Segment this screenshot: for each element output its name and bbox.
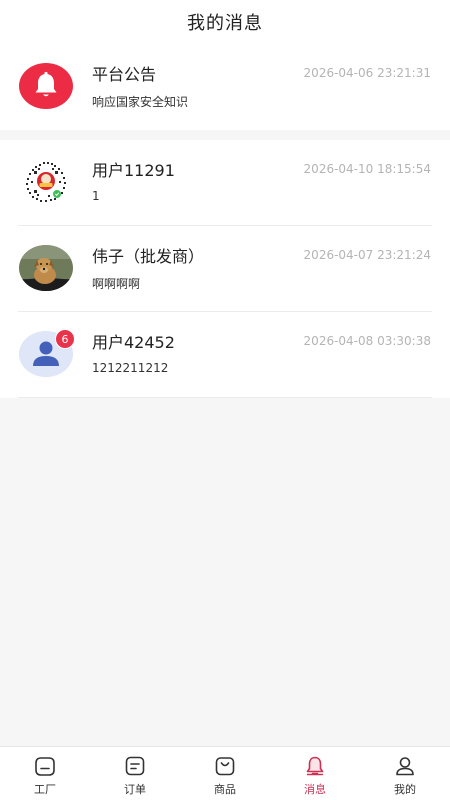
tab-label: 订单 [124,783,146,796]
conversation-row[interactable]: 6 用户42452 2026-04-08 03:30:38 1212211212 [0,312,450,398]
tab-label: 商品 [214,783,236,796]
announcement-time: 2026-04-06 23:21:31 [303,66,431,80]
announcement-section: 平台公告 2026-04-06 23:21:31 响应国家安全知识 [0,44,450,130]
tab-label: 我的 [394,783,416,796]
announcement-title: 平台公告 [92,65,157,84]
conversation-preview: 1 [92,189,100,203]
conversation-time: 2026-04-08 03:30:38 [303,334,431,348]
qr-code-avatar [19,159,73,205]
bell-icon [306,756,324,776]
dog-photo-avatar [19,245,73,291]
announcement-avatar [19,63,73,109]
conversation-time: 2026-04-07 23:21:24 [303,248,431,262]
shopping-bag-icon [215,757,235,776]
conversation-row[interactable]: 伟子（批发商） 2026-04-07 23:21:24 啊啊啊啊 [0,226,450,312]
tab-factory[interactable]: 工厂 [0,747,90,800]
conversation-name: 用户42452 [92,333,175,352]
tab-messages[interactable]: 消息 [270,747,360,800]
announcement-preview: 响应国家安全知识 [92,95,189,109]
tab-products[interactable]: 商品 [180,747,270,800]
tab-label: 工厂 [34,783,56,796]
tab-label: 消息 [304,783,326,796]
qr-code-icon [23,159,69,205]
bottom-tab-bar: 工厂 订单 商品 消息 我的 [0,746,450,800]
conversation-row[interactable]: 用户11291 2026-04-10 18:15:54 1 [0,140,450,226]
tab-orders[interactable]: 订单 [90,747,180,800]
dog-photo-icon [19,245,73,291]
conversation-name: 伟子（批发商） [92,247,205,266]
user-icon [396,757,414,776]
messages-screen: 我的消息 平台公告 2026-04-06 23:21:31 响应国家安全知识 用… [0,0,450,800]
conversation-preview: 啊啊啊啊 [92,277,141,291]
conversation-time: 2026-04-10 18:15:54 [303,162,431,176]
row-divider [18,397,432,398]
conversation-name: 用户11291 [92,161,175,180]
factory-icon [35,757,55,776]
default-user-avatar: 6 [19,329,75,377]
announcement-row[interactable]: 平台公告 2026-04-06 23:21:31 响应国家安全知识 [0,44,450,130]
bell-icon [19,63,73,109]
top-bar: 我的消息 [0,0,450,44]
order-icon [125,756,145,776]
unread-badge: 6 [55,329,75,349]
conversation-list: 用户11291 2026-04-10 18:15:54 1 伟子（批发商） 20… [0,140,450,398]
page-title: 我的消息 [187,13,263,34]
tab-profile[interactable]: 我的 [360,747,450,800]
conversation-preview: 1212211212 [92,361,169,375]
